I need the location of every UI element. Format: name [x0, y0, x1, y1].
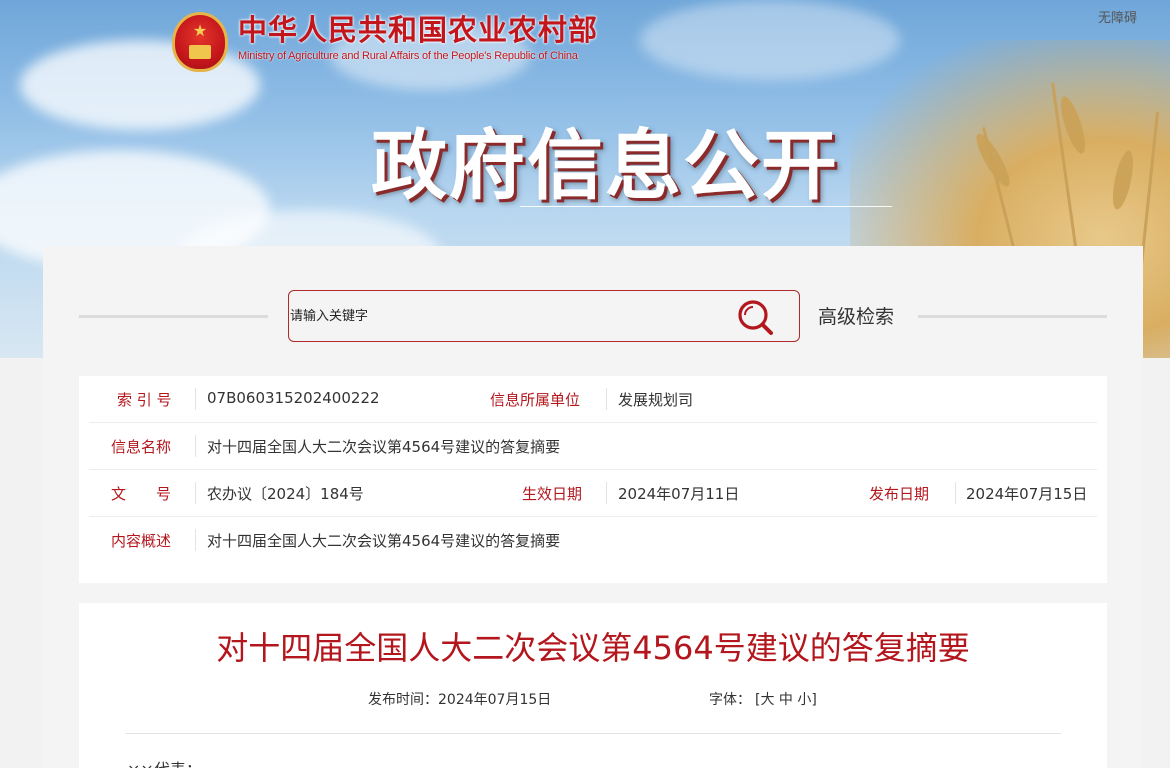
divider: [918, 315, 1107, 318]
name-value: 对十四届全国人大二次会议第4564号建议的答复摘要: [207, 438, 561, 456]
national-emblem-icon: [172, 12, 228, 72]
meta-row: 索 引 号 07B060315202400222 信息所属单位 发展规划司: [89, 376, 1097, 423]
section-title: 政府信息公开: [371, 121, 839, 210]
search-icon[interactable]: [737, 299, 775, 337]
publish-date-label: 发布日期: [869, 485, 930, 503]
index-label: 索 引 号: [117, 391, 172, 409]
title-underline: [520, 206, 892, 207]
logo-text: 中华人民共和国农业农村部 Ministry of Agriculture and…: [238, 12, 598, 62]
summary-label: 内容概述: [111, 532, 172, 550]
divider: [195, 482, 196, 504]
divider: [606, 482, 607, 504]
meta-row: 信息名称 对十四届全国人大二次会议第4564号建议的答复摘要: [89, 423, 1097, 470]
font-size-switcher[interactable]: [大 中 小]: [755, 689, 817, 709]
advanced-search-link[interactable]: 高级检索: [818, 302, 894, 329]
divider: [79, 315, 268, 318]
unit-label: 信息所属单位: [490, 391, 581, 409]
unit-value: 发展规划司: [618, 391, 694, 409]
effective-date-label: 生效日期: [522, 485, 583, 503]
effective-date-value: 2024年07月11日: [618, 485, 740, 503]
ministry-name-cn: 中华人民共和国农业农村部: [238, 13, 599, 47]
article-section: 对十四届全国人大二次会议第4564号建议的答复摘要 发布时间：2024年07月1…: [79, 603, 1107, 768]
article-body-start: ××代表：: [127, 756, 202, 768]
search-bar: 高级检索: [79, 290, 1107, 342]
summary-value: 对十四届全国人大二次会议第4564号建议的答复摘要: [207, 532, 561, 550]
ministry-name-en: Ministry of Agriculture and Rural Affair…: [238, 50, 578, 62]
divider: [125, 733, 1061, 734]
divider: [195, 388, 196, 410]
meta-row: 内容概述 对十四届全国人大二次会议第4564号建议的答复摘要: [89, 517, 1097, 564]
search-box: [288, 290, 800, 342]
divider: [195, 435, 196, 457]
index-value: 07B060315202400222: [207, 389, 380, 407]
divider: [195, 529, 196, 551]
divider: [955, 482, 956, 504]
publish-time: 发布时间：2024年07月15日: [368, 692, 552, 708]
meta-row: 文 号 农办议〔2024〕184号 生效日期 2024年07月11日 发布日期 …: [89, 470, 1097, 517]
main-panel: 高级检索 索 引 号 07B060315202400222 信息所属单位 发展规…: [43, 246, 1143, 768]
accessibility-link[interactable]: 无障碍: [1098, 7, 1137, 26]
search-input[interactable]: [290, 292, 730, 340]
name-label: 信息名称: [111, 438, 172, 456]
article-title: 对十四届全国人大二次会议第4564号建议的答复摘要: [216, 629, 970, 667]
divider: [606, 388, 607, 410]
publish-date-value: 2024年07月15日: [966, 485, 1088, 503]
ministry-logo[interactable]: 中华人民共和国农业农村部 Ministry of Agriculture and…: [172, 12, 598, 72]
info-metadata-table: 索 引 号 07B060315202400222 信息所属单位 发展规划司 信息…: [79, 376, 1107, 583]
font-size-label: 字体：: [709, 692, 751, 708]
doc-number-value: 农办议〔2024〕184号: [207, 485, 364, 503]
doc-number-label: 文 号: [111, 485, 172, 503]
